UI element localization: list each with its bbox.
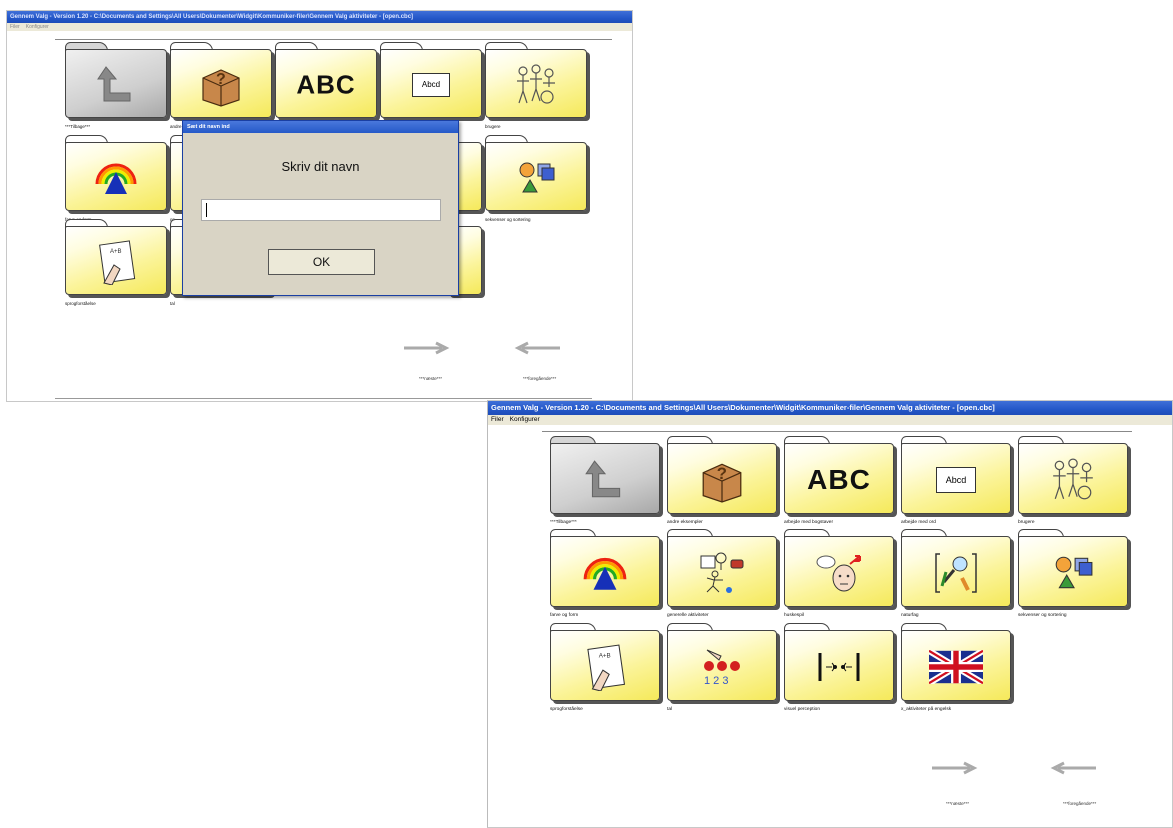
box-question-icon: ? xyxy=(202,69,240,107)
abc-icon: ABC xyxy=(807,463,871,495)
window-title-bar[interactable]: Gennem Valg - Version 1.20 - C:\Document… xyxy=(488,401,1172,415)
back-arrow-icon xyxy=(97,65,131,102)
separator xyxy=(542,431,1132,432)
folder-naturfag[interactable]: naturfag xyxy=(901,529,1011,619)
writing-icon: A+B xyxy=(587,644,626,691)
separator xyxy=(55,39,612,40)
science-icon xyxy=(935,553,977,593)
next-arrow-icon[interactable] xyxy=(928,761,982,775)
folder-farve-og-form[interactable]: farve og form xyxy=(65,135,167,223)
svg-text:A+B: A+B xyxy=(599,652,611,659)
ok-button[interactable]: OK xyxy=(268,249,375,275)
folder-label: huskespil xyxy=(784,613,804,618)
folder-sprogforstaaelse[interactable]: A+B sprogforståelse xyxy=(65,219,167,307)
folder-brugere[interactable]: brugere xyxy=(485,42,587,130)
folder-label: visuel perception xyxy=(784,707,820,712)
numbers-icon: 1 2 3 xyxy=(704,649,740,687)
folder-label: x_aktiviteter på engelsk xyxy=(901,707,952,712)
app-window-2: Gennem Valg - Version 1.20 - C:\Document… xyxy=(487,400,1173,828)
folder-sprogforstaaelse[interactable]: A+B sprogforståelse xyxy=(550,623,660,713)
prev-label: ***foregående*** xyxy=(1063,801,1097,806)
folder-label: arbejde med bogstaver xyxy=(784,520,834,525)
next-arrow-icon[interactable] xyxy=(402,341,452,355)
folder-sekvenser-og-sortering[interactable]: sekvenser og sortering xyxy=(1018,529,1128,619)
name-dialog: Sæt dit navn ind Skriv dit navn OK xyxy=(182,120,459,296)
next-label: ***næste*** xyxy=(419,376,443,381)
folder-label: andre eksempler xyxy=(667,520,703,525)
box-question-icon: ? xyxy=(702,463,742,503)
rainbow-icon xyxy=(583,557,627,590)
word-card-icon: Abcd xyxy=(936,466,976,493)
numbers-text: 1 2 3 xyxy=(704,675,728,687)
prev-arrow-icon[interactable] xyxy=(512,341,562,355)
window-title-bar[interactable]: Gennem Valg - Version 1.20 - C:\Document… xyxy=(7,11,632,23)
folder-label: brugere xyxy=(485,124,501,129)
folder-label: generelle aktiviteter xyxy=(667,613,709,618)
folder-label: sprogforståelse xyxy=(550,707,583,712)
folder-label: naturfag xyxy=(901,613,919,618)
folder-label: ***Tilbage*** xyxy=(550,520,577,525)
folder-label: sekvenser og sortering xyxy=(485,217,531,222)
name-input[interactable] xyxy=(201,199,441,221)
next-label: ***næste*** xyxy=(946,801,970,806)
back-arrow-icon xyxy=(585,460,621,498)
eyes-icon xyxy=(818,652,860,681)
menu-konfigurer[interactable]: Konfigurer xyxy=(510,416,540,423)
folder-arbejde-med-ord[interactable]: Abcd arbejde med ord xyxy=(380,42,482,130)
writing-icon: A+B xyxy=(99,240,136,285)
word-card-icon: Abcd xyxy=(412,72,450,97)
svg-text:?: ? xyxy=(717,464,727,483)
folder-label: tal xyxy=(667,707,673,712)
svg-text:A+B: A+B xyxy=(110,249,122,255)
shapes-icon xyxy=(1055,556,1093,589)
abc-icon: ABC xyxy=(296,69,356,100)
folder-arbejde-med-bogstaver[interactable]: ABC arbejde med bogstaver xyxy=(275,42,377,130)
prev-label: ***foregående*** xyxy=(523,376,557,381)
folder-tilbage[interactable]: ***Tilbage*** xyxy=(550,436,660,526)
folder-label: sekvenser og sortering xyxy=(1018,613,1067,618)
folder-andre-eksempler[interactable]: ? andre eksempler xyxy=(667,436,777,526)
folder-label: arbejde med ord xyxy=(901,520,936,525)
shapes-icon xyxy=(519,162,555,193)
rainbow-icon xyxy=(95,163,137,194)
folder-tal[interactable]: 1 2 3 tal xyxy=(667,623,777,713)
prev-arrow-icon[interactable] xyxy=(1046,761,1100,775)
menu-bar: Filer Konfigurer xyxy=(488,415,1172,425)
folder-x-aktiviteter-paa-engelsk[interactable]: x_aktiviteter på engelsk xyxy=(901,623,1011,713)
text-caret xyxy=(206,203,207,217)
folder-label: brugere xyxy=(1018,520,1035,525)
folder-label: tal xyxy=(170,301,175,306)
folder-tilbage[interactable]: ***Tilbage*** xyxy=(65,42,167,130)
folder-label: sprogforståelse xyxy=(65,301,96,306)
menu-konfigurer[interactable]: Konfigurer xyxy=(26,24,49,30)
menu-filer[interactable]: Filer xyxy=(10,24,20,30)
separator xyxy=(55,398,592,399)
dialog-title: Sæt dit navn ind xyxy=(183,121,458,133)
folder-andre-eksempler[interactable]: ? andre eksempler xyxy=(170,42,272,130)
folder-brugere[interactable]: brugere xyxy=(1018,436,1128,526)
activities-icon xyxy=(700,552,744,593)
folder-sekvenser-og-sortering[interactable]: sekvenser og sortering xyxy=(485,135,587,223)
folder-arbejde-med-bogstaver[interactable]: ABC arbejde med bogstaver xyxy=(784,436,894,526)
folder-visuel-perception[interactable]: visuel perception xyxy=(784,623,894,713)
folder-label: farve og form xyxy=(550,613,579,618)
folder-generelle-aktiviteter[interactable]: generelle aktiviteter xyxy=(667,529,777,619)
memory-face-icon xyxy=(816,554,861,592)
menu-bar: Filer Konfigurer xyxy=(7,23,632,31)
dialog-prompt: Skriv dit navn xyxy=(281,159,360,174)
svg-text:?: ? xyxy=(216,71,226,88)
people-icon xyxy=(1053,458,1093,500)
folder-arbejde-med-ord[interactable]: Abcd arbejde med ord xyxy=(901,436,1011,526)
folder-huskespil[interactable]: huskespil xyxy=(784,529,894,619)
people-icon xyxy=(517,64,555,104)
uk-flag-icon xyxy=(929,649,983,684)
folder-farve-og-form[interactable]: farve og form xyxy=(550,529,660,619)
folder-label: ***Tilbage*** xyxy=(65,124,91,129)
menu-filer[interactable]: Filer xyxy=(491,416,504,423)
